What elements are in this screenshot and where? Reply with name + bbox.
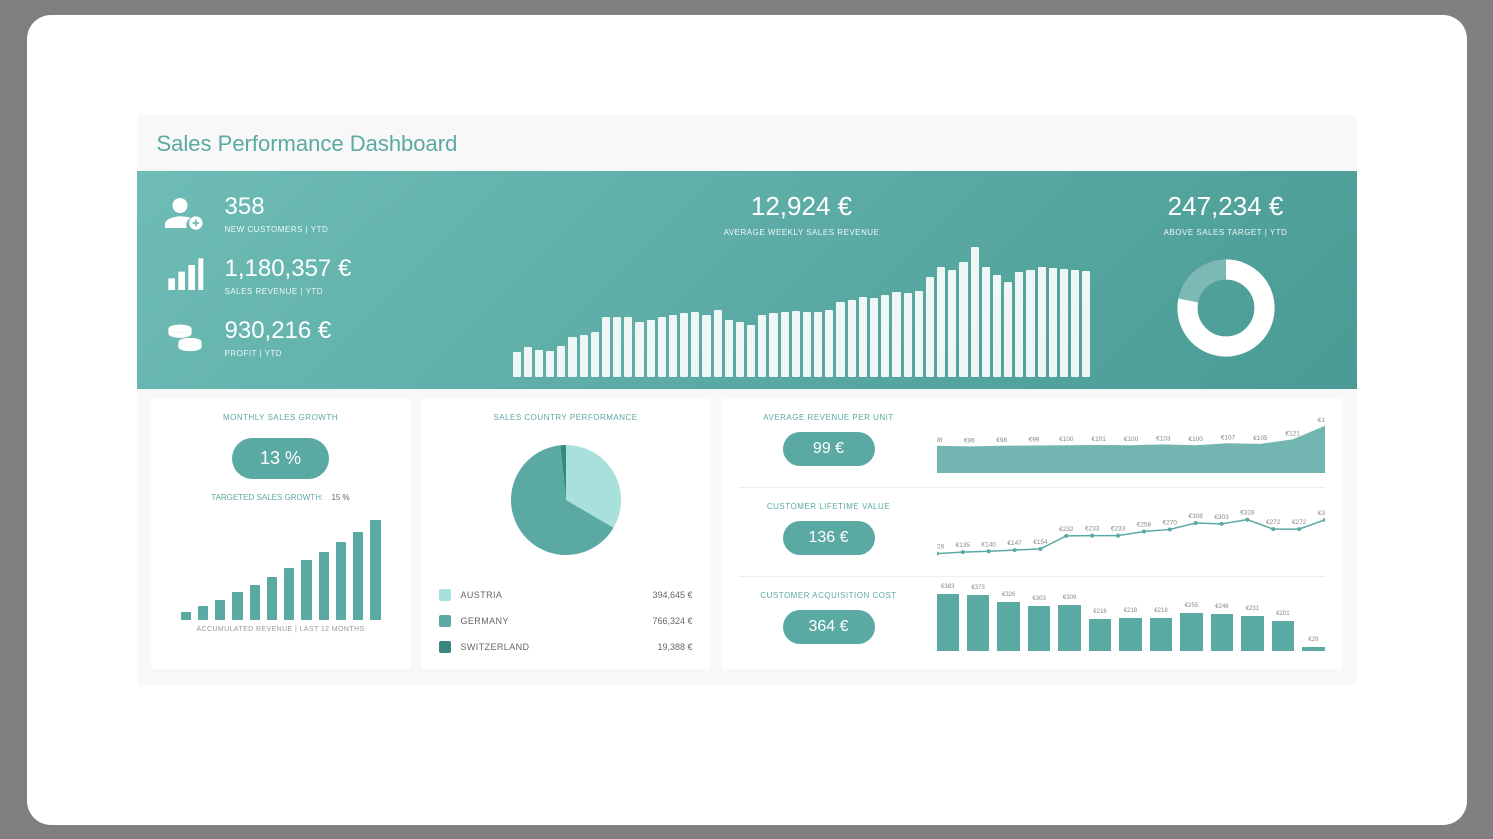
svg-text:€105: €105	[1253, 435, 1268, 442]
arpu-value-pill: 99 €	[783, 432, 875, 466]
svg-text:€170: €170	[1317, 417, 1324, 424]
mini-title: CUSTOMER ACQUISITION COST	[760, 591, 896, 600]
page-title: Sales Performance Dashboard	[137, 131, 1357, 171]
svg-text:€121: €121	[1285, 431, 1300, 438]
svg-text:€98: €98	[937, 437, 943, 444]
svg-text:€100: €100	[1123, 436, 1138, 443]
user-plus-icon	[163, 191, 207, 235]
hero-strip: 358 NEW CUSTOMERS | YTD 1,180,357 € SALE…	[137, 171, 1357, 389]
svg-text:€233: €233	[1110, 526, 1125, 533]
sales-target-block: 247,234 € ABOVE SALES TARGET | YTD	[1121, 191, 1331, 368]
clv-value-pill: 136 €	[783, 521, 875, 555]
mini-title: AVERAGE REVENUE PER UNIT	[763, 413, 894, 422]
svg-text:€154: €154	[1033, 539, 1048, 546]
sales-target-value: 247,234 €	[1168, 191, 1284, 222]
kpi-new-customers: 358 NEW CUSTOMERS | YTD	[163, 191, 483, 235]
svg-text:€100: €100	[1059, 436, 1074, 443]
app-frame: Sales Performance Dashboard 358 NEW CUST…	[27, 15, 1467, 825]
card-monthly-growth: MONTHLY SALES GROWTH 13 % TARGETED SALES…	[151, 399, 411, 669]
card-country-performance: SALES COUNTRY PERFORMANCE AUSTRIA 394,64…	[421, 399, 711, 669]
svg-text:€101: €101	[1091, 436, 1106, 443]
sales-target-donut	[1171, 253, 1281, 368]
svg-text:€233: €233	[1085, 526, 1100, 533]
swatch	[439, 589, 451, 601]
svg-text:€270: €270	[1162, 520, 1177, 527]
kpi-value: 1,180,357 €	[225, 255, 352, 283]
kpi-column: 358 NEW CUSTOMERS | YTD 1,180,357 € SALE…	[163, 191, 483, 359]
svg-text:€327: €327	[1317, 510, 1324, 517]
coins-icon	[163, 315, 207, 359]
country-legend: AUSTRIA 394,645 € GERMANY 766,324 € SWIT…	[439, 589, 693, 653]
svg-text:€98: €98	[996, 437, 1007, 444]
svg-text:€96: €96	[963, 438, 974, 445]
growth-value-pill: 13 %	[232, 438, 329, 479]
bars-icon	[163, 253, 207, 297]
svg-text:€99: €99	[1028, 437, 1039, 444]
growth-footnote: ACCUMULATED REVENUE | LAST 12 MONTHS	[196, 626, 364, 633]
card-title: MONTHLY SALES GROWTH	[223, 413, 338, 422]
target-sales-growth: TARGETED SALES GROWTH: 15 %	[211, 493, 349, 502]
dashboard-panel: Sales Performance Dashboard 358 NEW CUST…	[137, 115, 1357, 685]
legend-row-germany: GERMANY 766,324 €	[439, 615, 693, 627]
sales-target-label: ABOVE SALES TARGET | YTD	[1164, 228, 1288, 237]
svg-text:€147: €147	[1007, 540, 1022, 547]
weekly-revenue-label: AVERAGE WEEKLY SALES REVENUE	[724, 228, 880, 237]
svg-text:€107: €107	[1220, 434, 1235, 441]
weekly-revenue-block: 12,924 € AVERAGE WEEKLY SALES REVENUE	[513, 191, 1091, 377]
row-cac: CUSTOMER ACQUISITION COST 364 € €383€373…	[739, 591, 1325, 651]
kpi-value: 358	[225, 193, 329, 221]
cac-value-pill: 364 €	[783, 610, 875, 644]
arpu-area-chart: €98 €96 €98 €99 €100 €101 €100 €103 €100 €107 €105…	[937, 413, 1325, 473]
kpi-value: 930,216 €	[225, 317, 332, 345]
mini-title: CUSTOMER LIFETIME VALUE	[767, 502, 890, 511]
legend-row-switzerland: SWITZERLAND 19,388 €	[439, 641, 693, 653]
card-mini-metrics: AVERAGE REVENUE PER UNIT 99 € €98€96€98€…	[721, 399, 1343, 669]
kpi-sales-revenue: 1,180,357 € SALES REVENUE | YTD	[163, 253, 483, 297]
kpi-label: SALES REVENUE | YTD	[225, 287, 352, 296]
row-clv: CUSTOMER LIFETIME VALUE 136 € €126€135€1…	[739, 502, 1325, 577]
country-pie-chart	[496, 422, 636, 575]
clv-line-chart: €126 €135 €140 €147 €154 €232 €233 €233 €258 €270…	[937, 502, 1325, 562]
row-arpu: AVERAGE REVENUE PER UNIT 99 € €98€96€98€…	[739, 413, 1325, 488]
card-title: SALES COUNTRY PERFORMANCE	[493, 413, 637, 422]
svg-text:€272: €272	[1266, 519, 1281, 526]
growth-bar-chart	[181, 520, 381, 620]
svg-text:€308: €308	[1188, 513, 1203, 520]
swatch	[439, 641, 451, 653]
legend-row-austria: AUSTRIA 394,645 €	[439, 589, 693, 601]
svg-text:€135: €135	[955, 542, 970, 549]
kpi-label: PROFIT | YTD	[225, 349, 332, 358]
svg-text:€140: €140	[981, 541, 996, 548]
svg-text:€258: €258	[1136, 522, 1151, 529]
svg-text:€100: €100	[1188, 436, 1203, 443]
weekly-revenue-value: 12,924 €	[751, 191, 852, 222]
svg-text:€103: €103	[1156, 436, 1171, 443]
weekly-revenue-chart	[513, 247, 1091, 377]
cac-bar-chart: €383€373€326€303€309€216€218€218€255€246…	[937, 591, 1325, 651]
svg-text:€126: €126	[937, 544, 945, 551]
kpi-label: NEW CUSTOMERS | YTD	[225, 225, 329, 234]
svg-text:€272: €272	[1291, 519, 1306, 526]
kpi-profit: 930,216 € PROFIT | YTD	[163, 315, 483, 359]
swatch	[439, 615, 451, 627]
cards-row: MONTHLY SALES GROWTH 13 % TARGETED SALES…	[137, 389, 1357, 669]
svg-text:€303: €303	[1214, 514, 1229, 521]
svg-text:€232: €232	[1059, 526, 1074, 533]
svg-text:€328: €328	[1240, 510, 1255, 517]
